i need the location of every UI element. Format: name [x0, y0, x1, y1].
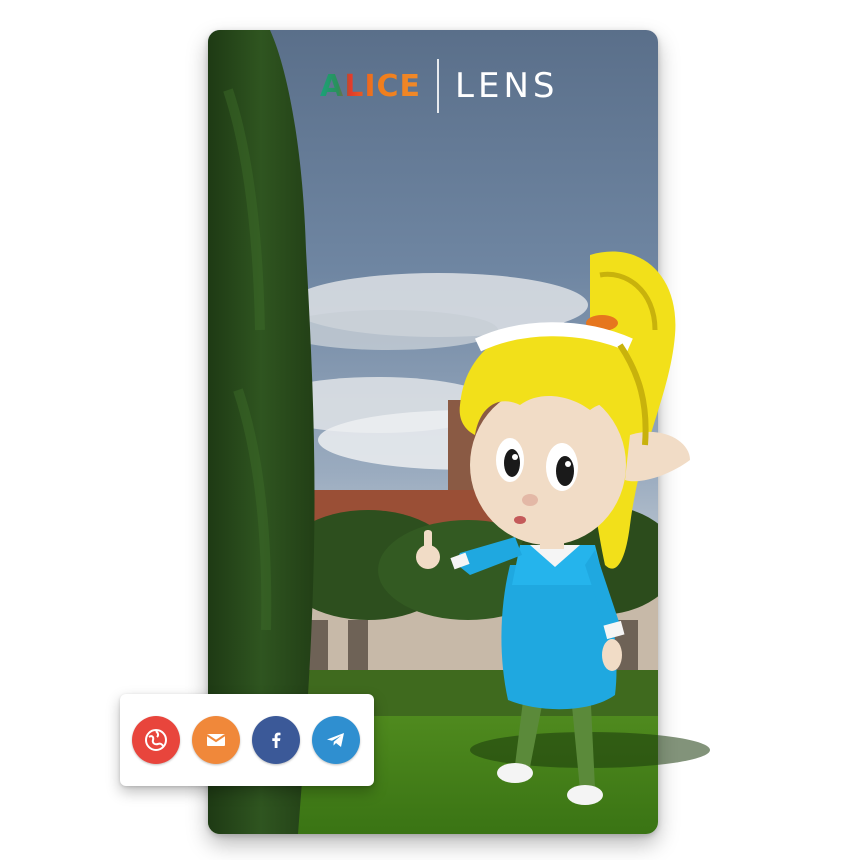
telegram-icon [327, 733, 344, 747]
logo-divider [437, 59, 440, 113]
mail-icon [206, 734, 226, 746]
globe-icon [145, 729, 167, 751]
share-bar [120, 694, 374, 786]
alice-ar-character [416, 251, 710, 805]
facebook-icon [272, 732, 281, 748]
logo-lens-text: LENS [455, 66, 559, 106]
share-email-button[interactable] [192, 716, 240, 764]
share-telegram-button[interactable] [312, 716, 360, 764]
logo-alice-text: ALICE [320, 68, 422, 104]
share-facebook-button[interactable] [252, 716, 300, 764]
app-logo: ALICE LENS [320, 59, 559, 113]
share-globe-button[interactable] [132, 716, 180, 764]
